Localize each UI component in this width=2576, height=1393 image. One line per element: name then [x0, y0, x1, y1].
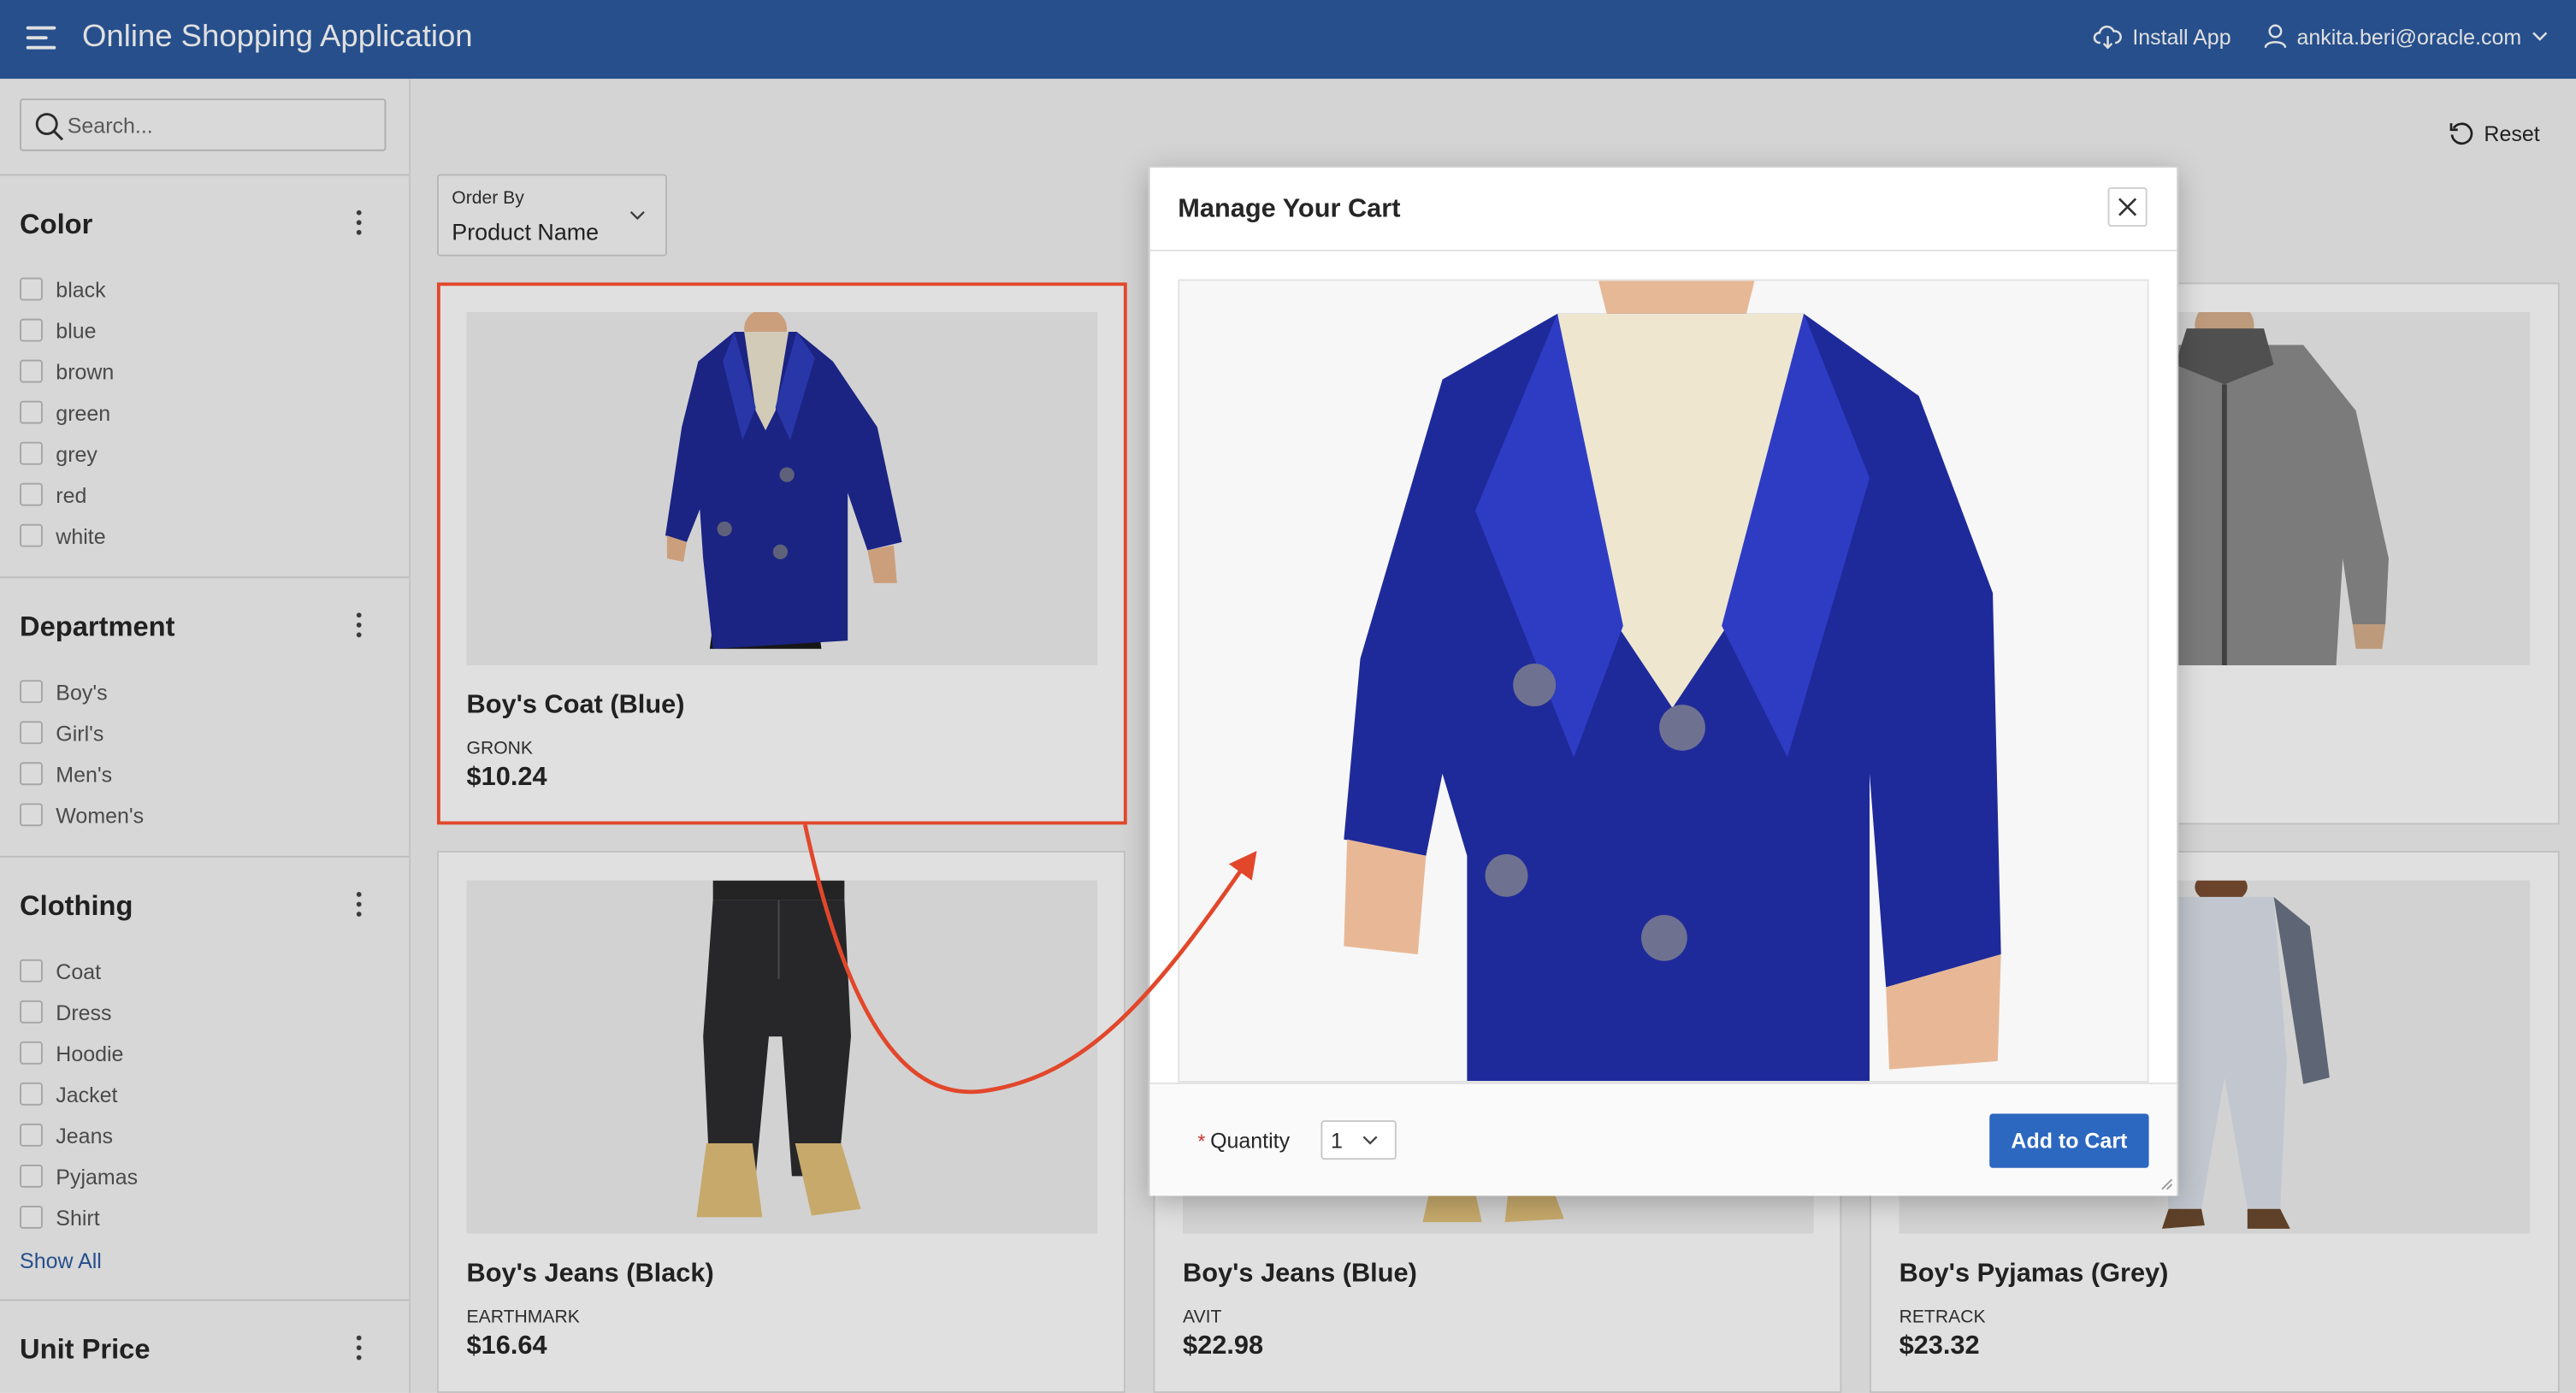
annotation-arrow-icon	[802, 823, 1257, 1095]
